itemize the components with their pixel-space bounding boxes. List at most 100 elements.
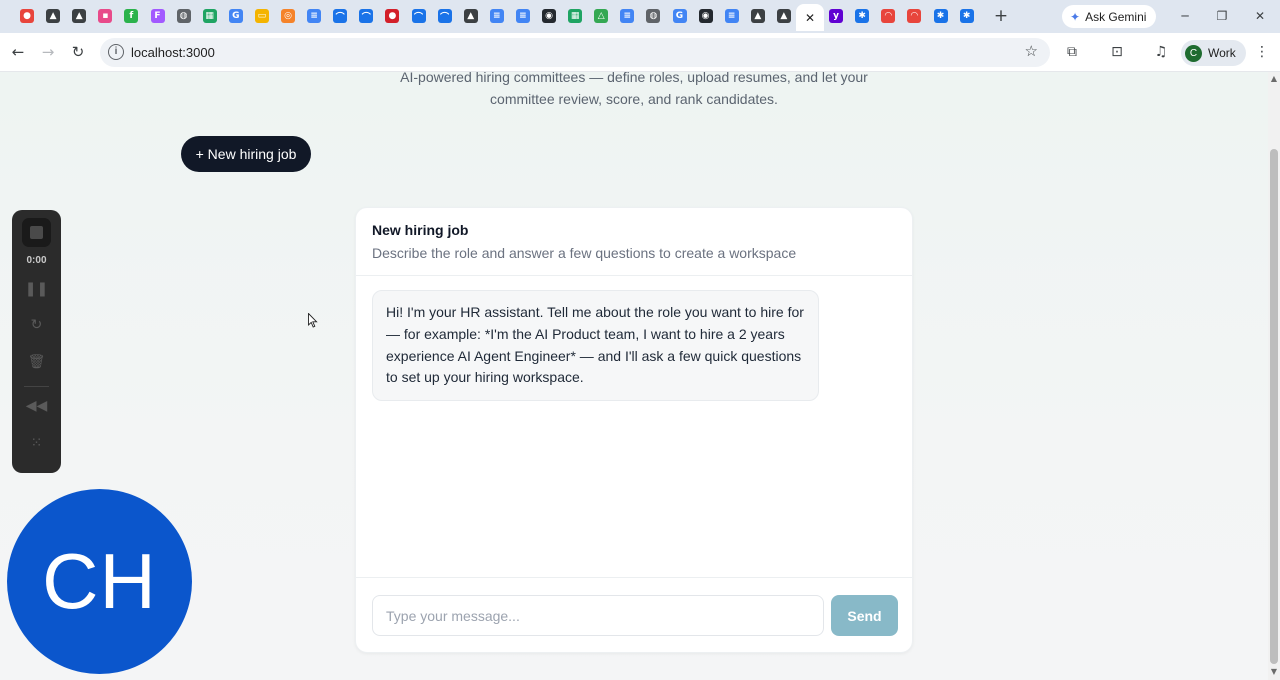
tab-app-4[interactable]: ◎ <box>278 6 298 26</box>
extensions-icon[interactable]: ⧉ <box>1062 42 1082 62</box>
tab-app-9[interactable]: ⌒ <box>435 6 455 26</box>
media-controls-icon[interactable]: ♫ <box>1151 42 1171 62</box>
tab-app-2[interactable]: ▲ <box>69 6 89 26</box>
tab-web-2[interactable]: ◍ <box>643 6 663 26</box>
app-10-favicon-icon: ▲ <box>463 9 478 23</box>
tab-docs-5[interactable]: ≡ <box>722 6 742 26</box>
tab-app-12[interactable]: ▲ <box>774 6 794 26</box>
back-button[interactable]: ← <box>8 42 28 62</box>
tab-search-icon[interactable]: ⊡ <box>1107 42 1127 62</box>
app-8-favicon-icon: ⌒ <box>411 9 426 23</box>
tab-docs-3[interactable]: ≡ <box>513 6 533 26</box>
scroll-up-arrow-icon[interactable]: ▲ <box>1270 74 1278 83</box>
tab-app-8[interactable]: ⌒ <box>409 6 429 26</box>
tab-github-2[interactable]: ◉ <box>696 6 716 26</box>
app-14-favicon-icon: ◠ <box>881 9 896 23</box>
profile-label: Work <box>1208 46 1236 60</box>
browser-menu-icon[interactable]: ⋮ <box>1252 42 1272 62</box>
app-9-favicon-icon: ⌒ <box>437 9 452 23</box>
app-13-favicon-icon: ✱ <box>855 9 870 23</box>
tab-docs-1[interactable]: ≡ <box>304 6 324 26</box>
app-6-favicon-icon: ⌒ <box>359 9 374 23</box>
tab-active[interactable]: ✕ <box>796 4 824 31</box>
tab-app-11[interactable]: ▲ <box>748 6 768 26</box>
scrollbar-thumb[interactable] <box>1270 149 1278 664</box>
tab-app-5[interactable]: ⌒ <box>330 6 350 26</box>
page-scrollbar[interactable]: ▲ ▼ <box>1268 72 1280 680</box>
app-2-favicon-icon: ▲ <box>72 9 87 23</box>
tab-google-1[interactable]: G <box>226 6 246 26</box>
delete-icon[interactable]: 🗑 <box>12 354 61 370</box>
docs-2-favicon-icon: ≡ <box>489 9 504 23</box>
new-tab-button[interactable]: + <box>992 7 1010 25</box>
tab-app-14[interactable]: ◠ <box>878 6 898 26</box>
tab-slides-1[interactable]: ▭ <box>252 6 272 26</box>
page-subtitle: AI-powered hiring committees — define ro… <box>400 72 868 107</box>
tab-google-2[interactable]: G <box>670 6 690 26</box>
tab-sheets-1[interactable]: ▦ <box>200 6 220 26</box>
feedly-favicon-icon: f <box>124 9 139 23</box>
reload-button[interactable]: ↻ <box>68 42 88 62</box>
scroll-down-arrow-icon[interactable]: ▼ <box>1270 667 1278 676</box>
close-window-button[interactable]: ✕ <box>1245 6 1275 26</box>
browser-toolbar: ← → ↻ i localhost:3000 ☆ ⧉ ⊡ ♫ C Work ⋮ <box>0 33 1280 72</box>
tab-app-10[interactable]: ▲ <box>461 6 481 26</box>
gemini-sparkle-icon: ✦ <box>1070 9 1081 24</box>
browser-tab-strip: ● ▲ ▲ ▪ f F ◍ ▦ G ▭ ◎ ≡ ⌒ ⌒ ● ⌒ ⌒ ▲ ≡ ≡ ◉ ▦ △ ≡ ◍ G ◉ ≡ ▲ ▲ ✕ y ✱ ◠ ◠ ✱ ✱ + … <box>0 0 1280 33</box>
message-input[interactable] <box>372 595 824 636</box>
tab-figma[interactable]: F <box>148 6 168 26</box>
app-1-favicon-icon: ▲ <box>46 9 61 23</box>
app-12-favicon-icon: ▲ <box>776 9 791 23</box>
tab-sheets-2[interactable]: ▦ <box>565 6 585 26</box>
recording-timer: 0:00 <box>26 255 47 266</box>
recorder-divider <box>24 386 49 387</box>
profile-avatar: C <box>1185 44 1202 62</box>
tab-app-1[interactable]: ▲ <box>43 6 63 26</box>
new-hiring-job-button[interactable]: + New hiring job <box>181 136 311 172</box>
tab-feedly[interactable]: f <box>121 6 141 26</box>
tab-app-3[interactable]: ▪ <box>95 6 115 26</box>
card-title: New hiring job <box>372 222 469 238</box>
address-bar[interactable]: i localhost:3000 ☆ <box>100 38 1050 67</box>
forward-button[interactable]: → <box>38 42 58 62</box>
tab-app-17[interactable]: ✱ <box>957 6 977 26</box>
tab-github-1[interactable]: ◉ <box>539 6 559 26</box>
tab-app-15[interactable]: ◠ <box>904 6 924 26</box>
tab-docs-4[interactable]: ≡ <box>617 6 637 26</box>
profile-button[interactable]: C Work <box>1181 40 1246 66</box>
webcam-avatar: CH <box>7 489 192 674</box>
yahoo-favicon-icon: y <box>829 9 844 23</box>
github-1-favicon-icon: ◉ <box>542 9 556 23</box>
site-info-icon[interactable]: i <box>108 44 124 60</box>
restart-icon[interactable]: ↻ <box>12 317 61 333</box>
pause-icon[interactable]: ❚❚ <box>12 281 61 297</box>
mouse-cursor-icon <box>308 313 318 328</box>
restore-window-button[interactable]: ❐ <box>1207 6 1237 26</box>
send-button[interactable]: Send <box>831 595 898 636</box>
tab-app-16[interactable]: ✱ <box>931 6 951 26</box>
ask-gemini-label: Ask Gemini <box>1085 9 1147 24</box>
drag-handle-icon[interactable]: ⁙ <box>12 435 61 451</box>
close-tab-icon[interactable]: ✕ <box>805 11 815 25</box>
app-15-favicon-icon: ◠ <box>907 9 922 23</box>
figma-favicon-icon: F <box>150 9 165 23</box>
url-text[interactable]: localhost:3000 <box>131 45 215 60</box>
tab-drive[interactable]: △ <box>591 6 611 26</box>
app-4-favicon-icon: ◎ <box>281 9 295 23</box>
tab-app-6[interactable]: ⌒ <box>356 6 376 26</box>
tab-docs-2[interactable]: ≡ <box>487 6 507 26</box>
tab-recorder[interactable]: ● <box>17 6 37 26</box>
tab-web-1[interactable]: ◍ <box>174 6 194 26</box>
tab-yahoo[interactable]: y <box>826 6 846 26</box>
app-16-favicon-icon: ✱ <box>933 9 948 23</box>
tab-app-7[interactable]: ● <box>382 6 402 26</box>
tab-app-13[interactable]: ✱ <box>852 6 872 26</box>
collapse-icon[interactable]: ◀◀ <box>12 398 61 414</box>
bookmark-star-icon[interactable]: ☆ <box>1025 42 1038 60</box>
web-1-favicon-icon: ◍ <box>176 9 191 23</box>
ask-gemini-button[interactable]: ✦ Ask Gemini <box>1062 5 1157 28</box>
minimize-window-button[interactable]: ─ <box>1170 6 1200 26</box>
stop-recording-button[interactable] <box>22 218 51 247</box>
assistant-message: Hi! I'm your HR assistant. Tell me about… <box>372 290 819 402</box>
app-17-favicon-icon: ✱ <box>959 9 974 23</box>
